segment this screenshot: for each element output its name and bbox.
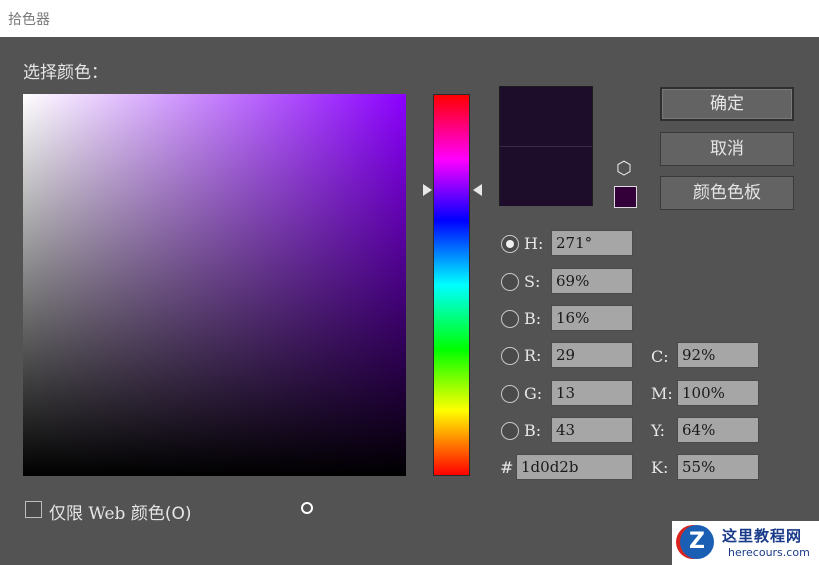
hue-slider-right-handle[interactable]: [473, 184, 482, 196]
web-only-web: Web: [88, 504, 126, 524]
window-title: 拾色器: [8, 12, 50, 28]
color-swatches-button[interactable]: 颜色色板: [660, 176, 794, 210]
web-only-prefix: 仅限: [49, 504, 83, 524]
label-s: S:: [524, 272, 541, 291]
logo-url: herecours.com: [728, 546, 810, 559]
radio-r[interactable]: [501, 347, 519, 365]
color-preview: [499, 86, 593, 206]
field-hex[interactable]: 1d0d2b: [516, 454, 633, 480]
web-only-checkbox[interactable]: [25, 501, 42, 518]
color-cursor[interactable]: [301, 502, 313, 514]
ok-button[interactable]: 确定: [660, 87, 794, 121]
label-c: C:: [651, 347, 669, 366]
web-only-label: 仅限 Web 颜色(O): [49, 499, 192, 524]
field-c[interactable]: 92%: [677, 342, 759, 368]
radio-h[interactable]: [501, 235, 519, 253]
logo-mark-icon: Z: [680, 525, 714, 559]
saturation-brightness-field[interactable]: [23, 94, 406, 514]
field-s[interactable]: 69%: [551, 268, 633, 294]
title-bar: 拾色器: [0, 0, 819, 37]
label-blue: B:: [524, 421, 542, 440]
field-r[interactable]: 29: [551, 342, 633, 368]
picker-heading: 选择颜色：: [23, 63, 108, 83]
field-blue[interactable]: 43: [551, 417, 633, 443]
label-m: M:: [651, 384, 673, 403]
field-b[interactable]: 16%: [551, 305, 633, 331]
new-color-swatch: [500, 87, 592, 147]
watermark-logo: Z 这里教程网 herecours.com: [672, 521, 819, 565]
label-y: Y:: [651, 421, 665, 440]
field-k[interactable]: 55%: [677, 454, 759, 480]
current-color-swatch: [500, 147, 592, 206]
label-g: G:: [524, 384, 543, 403]
field-h[interactable]: 271°: [551, 230, 633, 256]
radio-blue[interactable]: [501, 422, 519, 440]
cube-icon[interactable]: ⬡: [616, 158, 632, 179]
cancel-button[interactable]: 取消: [660, 132, 794, 166]
hue-slider-left-handle[interactable]: [423, 184, 432, 196]
label-k: K:: [651, 458, 669, 477]
field-y[interactable]: 64%: [677, 417, 759, 443]
label-b: B:: [524, 309, 542, 328]
radio-g[interactable]: [501, 385, 519, 403]
label-r: R:: [524, 346, 542, 365]
radio-b[interactable]: [501, 310, 519, 328]
field-m[interactable]: 100%: [677, 380, 759, 406]
label-h: H:: [524, 234, 544, 253]
hue-slider[interactable]: [433, 94, 470, 476]
logo-site-name: 这里教程网: [722, 527, 803, 545]
web-only-suffix: 颜色(O): [130, 504, 192, 524]
field-g[interactable]: 13: [551, 380, 633, 406]
websafe-swatch[interactable]: [614, 186, 637, 208]
radio-s[interactable]: [501, 273, 519, 291]
label-hex: #: [500, 458, 514, 477]
